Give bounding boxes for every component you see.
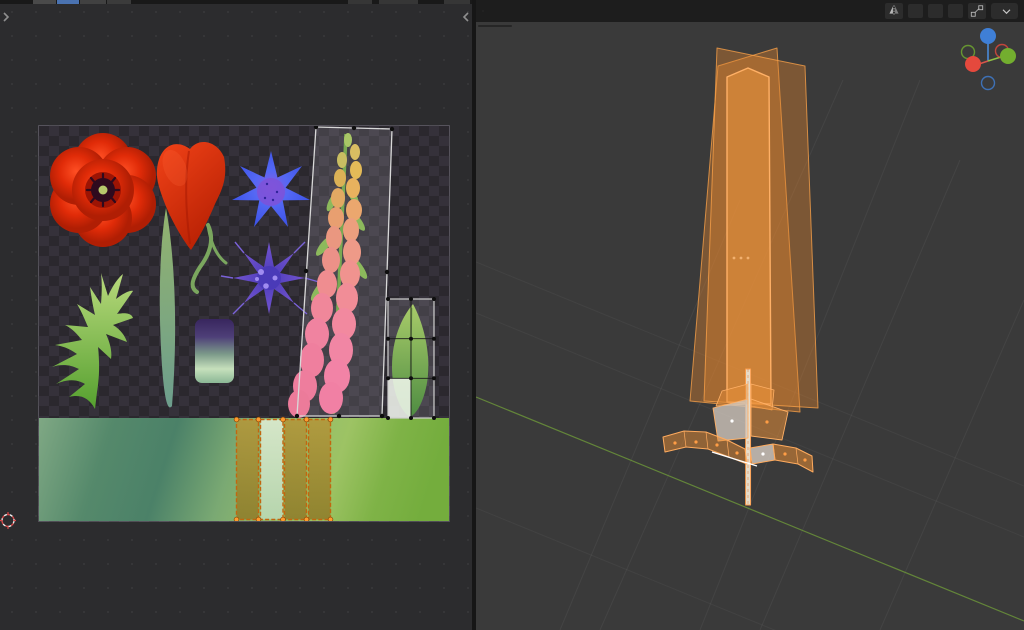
mirror-z-button[interactable] xyxy=(948,4,963,18)
navigation-gizmo[interactable] xyxy=(952,25,1024,97)
viewport-canvas[interactable] xyxy=(476,22,1024,630)
select-mode-group xyxy=(482,10,484,12)
blue-flower-art xyxy=(232,151,310,227)
gizmo-axis-z xyxy=(980,28,996,44)
flower-texture-art xyxy=(39,126,449,521)
fern-leaf-art xyxy=(52,273,133,409)
mirror-x-button[interactable] xyxy=(908,4,923,18)
mirror-icon[interactable] xyxy=(885,3,903,19)
blade-leaf-art xyxy=(160,208,175,407)
gizmo-axis-x xyxy=(965,56,981,72)
foxglove-mesh-selected xyxy=(663,48,818,505)
viewport-header xyxy=(476,0,1024,22)
mirror-y-button[interactable] xyxy=(928,4,943,18)
gizmo-axis-neg-z xyxy=(982,77,995,90)
expand-sidebar-icon[interactable] xyxy=(0,10,12,24)
tool-shelf xyxy=(478,25,512,27)
2d-cursor[interactable] xyxy=(0,512,17,529)
snap-icon[interactable] xyxy=(968,3,986,19)
blender-window xyxy=(0,0,1024,630)
poppy-flower-top-art xyxy=(50,133,156,247)
chevron-down-icon xyxy=(1002,8,1011,15)
uv-editor-header-sliver xyxy=(0,0,472,4)
options-dropdown[interactable] xyxy=(991,3,1018,19)
gradient-swatch-art xyxy=(195,319,234,383)
gizmo-axis-y xyxy=(1000,48,1016,64)
collapse-panel-icon[interactable] xyxy=(460,10,472,24)
texture-image-canvas[interactable] xyxy=(38,125,450,522)
3d-viewport[interactable] xyxy=(476,0,1024,630)
uv-image-editor[interactable] xyxy=(0,0,472,630)
